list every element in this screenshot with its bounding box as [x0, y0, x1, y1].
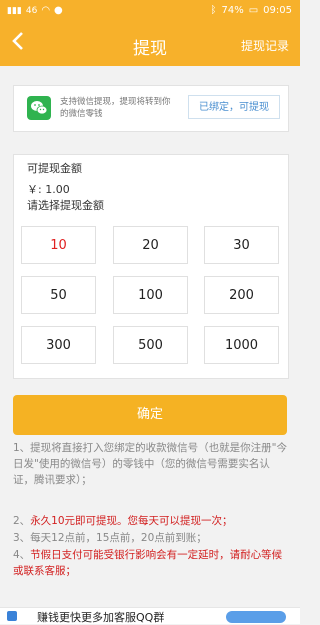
note-3: 3、每天12点前，15点前，20点前到账；	[13, 532, 207, 544]
status-icons-right: ᛒ 74% ▭ 09:05	[210, 5, 292, 16]
confirm-button[interactable]: 确定	[13, 395, 287, 435]
wechat-binding-card: 支持微信提现，提现将转到你的微信零钱 已绑定，可提现	[13, 85, 289, 132]
amount-option-500[interactable]: 500	[113, 326, 188, 364]
qq-group-banner[interactable]: 赚钱更快更多加客服QQ群	[0, 607, 300, 624]
qq-icon	[7, 611, 17, 621]
join-group-button[interactable]	[226, 611, 286, 623]
wechat-description: 支持微信提现，提现将转到你的微信零钱	[60, 97, 171, 119]
amount-card: 可提现金额 ￥: 1.00 请选择提现金额 10 20 30 50 100 20…	[13, 154, 289, 379]
amount-option-200[interactable]: 200	[204, 276, 279, 314]
wechat-bound-button[interactable]: 已绑定，可提现	[188, 95, 280, 119]
note-4-prefix: 4、	[13, 549, 31, 561]
clock: 09:05	[263, 5, 292, 16]
withdraw-history-link[interactable]: 提现记录	[241, 37, 289, 54]
bluetooth-icon: ᛒ	[210, 5, 217, 16]
note-4-text: 节假日支付可能受银行影响会有一定延时，请耐心等候或联系客服；	[13, 549, 283, 577]
status-bar: ▮▮▮ 46 ◠ ● ᛒ 74% ▭ 09:05	[0, 0, 300, 24]
amount-option-20[interactable]: 20	[113, 226, 188, 264]
amount-option-1000[interactable]: 1000	[204, 326, 279, 364]
nav-bar: 提现 提现记录	[0, 24, 300, 66]
network-label: 46	[25, 5, 38, 16]
note-1: 1、提现将直接打入您绑定的收款微信号（也就是你注册"今日发"使用的微信号）的零钱…	[13, 442, 288, 486]
amount-option-10[interactable]: 10	[21, 226, 96, 264]
battery-percent: 74%	[221, 5, 244, 16]
available-amount-label: 可提现金额	[27, 162, 82, 175]
amount-option-50[interactable]: 50	[21, 276, 96, 314]
amount-option-300[interactable]: 300	[21, 326, 96, 364]
note-4: 4、节假日支付可能受银行影响会有一定延时，请耐心等候或联系客服；	[13, 547, 289, 579]
status-icons-left: ▮▮▮ 46 ◠ ●	[7, 5, 63, 16]
amount-option-30[interactable]: 30	[204, 226, 279, 264]
notification-icon: ●	[54, 5, 63, 16]
wifi-icon: ◠	[41, 5, 51, 16]
amount-option-100[interactable]: 100	[113, 276, 188, 314]
note-2: 2、永久10元即可提现。您每天可以提现一次；	[13, 513, 233, 529]
note-2-prefix: 2、	[13, 515, 31, 527]
wechat-icon	[27, 96, 51, 120]
note-2-text: 永久10元即可提现。您每天可以提现一次；	[30, 515, 233, 527]
signal-icon: ▮▮▮	[7, 5, 22, 16]
battery-icon: ▭	[248, 5, 259, 16]
available-amount-value: ￥: 1.00	[27, 183, 70, 196]
choose-amount-label: 请选择提现金额	[27, 199, 104, 212]
